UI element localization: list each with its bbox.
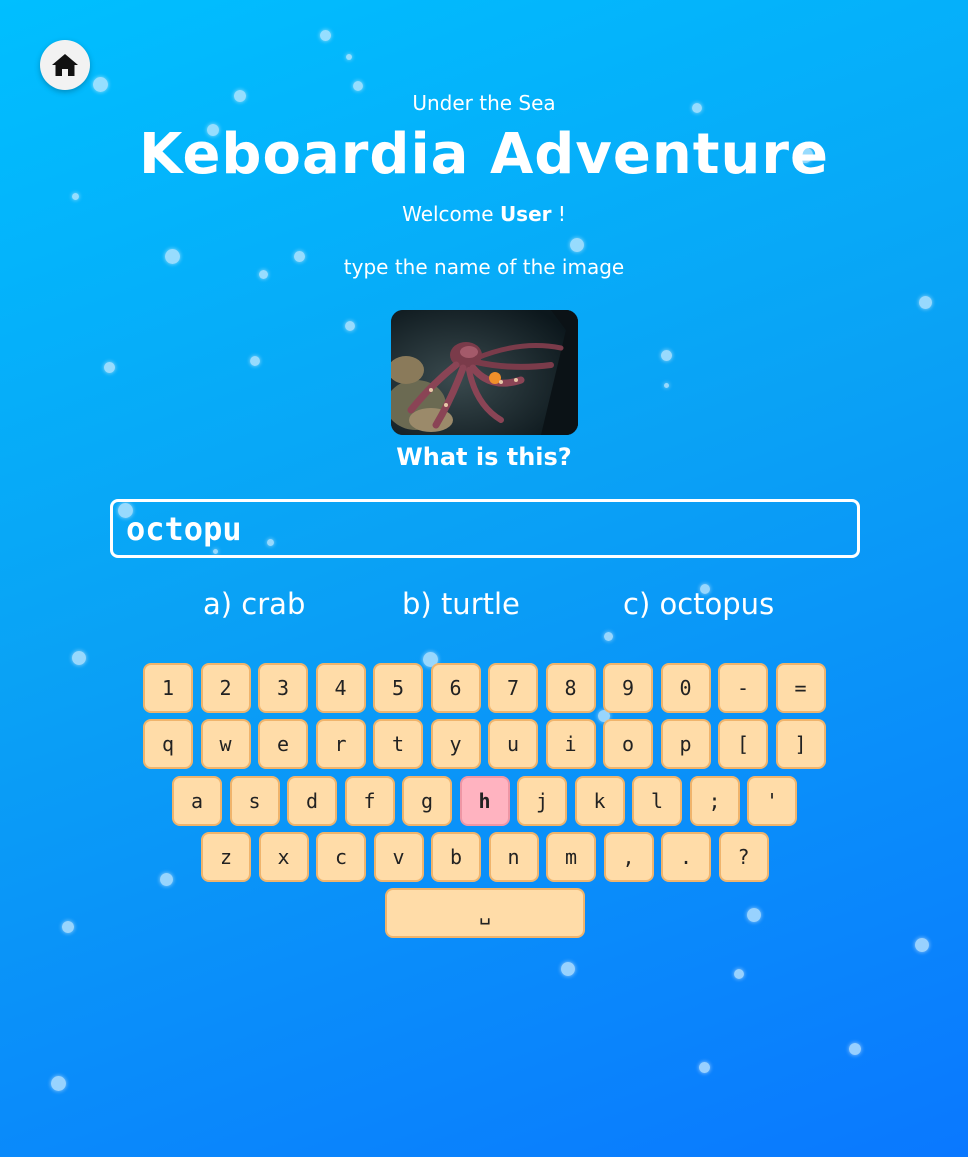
bubble-decoration [561,962,575,976]
key-r[interactable]: r [315,719,366,769]
key-f[interactable]: f [344,776,395,826]
bubble-decoration [72,651,86,665]
option-a[interactable]: a) crab [203,587,305,621]
key-z[interactable]: z [201,832,251,882]
bubble-decoration [159,872,173,886]
home-button[interactable] [40,40,90,90]
option-c[interactable]: c) octopus [623,587,774,621]
question-text: What is this? [396,443,572,471]
key-8[interactable]: 8 [545,663,596,713]
key-2[interactable]: 2 [200,663,251,713]
instruction-text: type the name of the image [343,255,625,279]
key-[[interactable]: [ [718,719,768,769]
key-][interactable]: ] [775,719,826,769]
key-,[interactable]: , [603,832,654,882]
bubble-decoration [50,1075,66,1091]
key--[interactable]: - [718,663,768,713]
bubble-decoration [345,321,355,331]
key-c[interactable]: c [316,832,366,882]
key-9[interactable]: 9 [603,663,653,713]
bubble-decoration [660,349,672,361]
welcome-message: Welcome User ! [0,202,968,226]
bubble-decoration [663,382,669,388]
bubble-decoration [353,81,363,91]
key-q[interactable]: q [143,719,193,769]
key-1[interactable]: 1 [143,663,193,713]
key-t[interactable]: t [373,719,423,769]
bubble-decoration [92,76,108,92]
key-5[interactable]: 5 [373,663,423,713]
key-g[interactable]: g [402,776,452,826]
bubble-decoration [734,969,744,979]
key-.[interactable]: . [661,832,711,882]
key-o[interactable]: o [603,719,653,769]
bubble-decoration [103,361,115,373]
answer-input[interactable] [110,499,860,558]
key-i[interactable]: i [545,719,596,769]
key-w[interactable]: w [200,719,251,769]
key-x[interactable]: x [258,832,309,882]
bubble-decoration [849,1043,861,1055]
home-icon [52,54,78,76]
key-3[interactable]: 3 [258,663,308,713]
key-v[interactable]: v [373,832,424,882]
bubble-decoration [570,238,584,252]
key-m[interactable]: m [546,832,596,882]
bubble-decoration [915,938,929,952]
key-6[interactable]: 6 [430,663,481,713]
bubble-decoration [698,1061,710,1073]
key-?[interactable]: ? [718,832,769,882]
bubble-decoration [918,295,932,309]
bubble-decoration [346,54,352,60]
key-7[interactable]: 7 [488,663,538,713]
key-l[interactable]: l [632,776,682,826]
key-e[interactable]: e [258,719,308,769]
octopus-image [391,310,578,435]
key-n[interactable]: n [488,832,539,882]
bubble-decoration [62,921,74,933]
bubble-decoration [319,29,331,41]
welcome-prefix: Welcome [402,202,494,226]
welcome-suffix: ! [557,202,566,226]
key-;[interactable]: ; [689,776,740,826]
key-p[interactable]: p [660,719,711,769]
key-u[interactable]: u [488,719,538,769]
page-title: Keboardia Adventure [139,122,829,187]
key-d[interactable]: d [287,776,337,826]
key-s[interactable]: s [229,776,280,826]
key-=[interactable]: = [775,663,826,713]
bubble-decoration [71,192,79,200]
key-space[interactable]: ␣ [385,888,585,938]
username: User [499,202,552,226]
bubble-decoration [747,908,761,922]
key-4[interactable]: 4 [315,663,366,713]
level-subtitle: Under the Sea [412,91,556,115]
key-'[interactable]: ' [747,776,797,826]
key-0[interactable]: 0 [660,663,711,713]
key-j[interactable]: j [517,776,567,826]
key-b[interactable]: b [431,832,481,882]
key-h[interactable]: h [459,776,510,826]
bubble-decoration [603,631,613,641]
key-y[interactable]: y [430,719,481,769]
key-k[interactable]: k [574,776,625,826]
bubble-decoration [250,356,260,366]
key-a[interactable]: a [172,776,222,826]
option-b[interactable]: b) turtle [402,587,520,621]
